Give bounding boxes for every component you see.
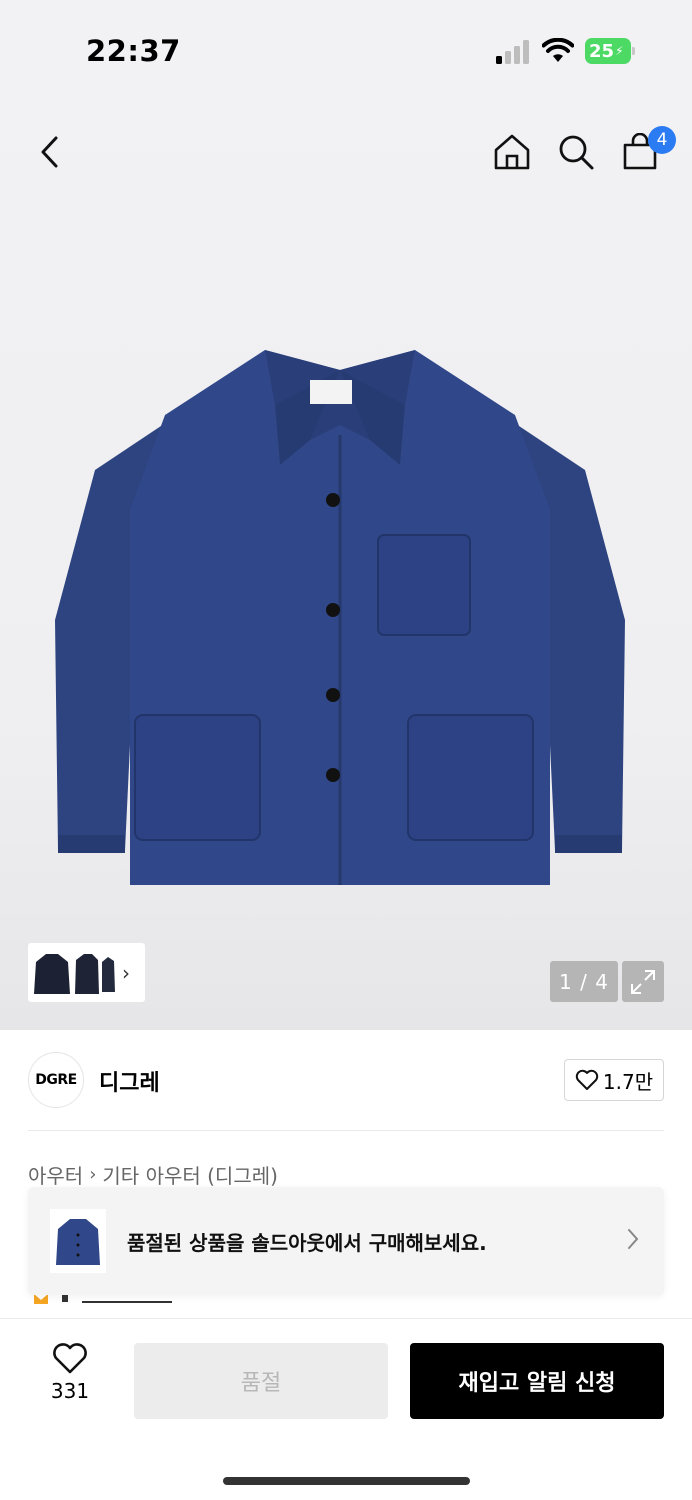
soldout-button: 품절 xyxy=(134,1343,388,1419)
battery-icon: 25 ⚡ xyxy=(585,38,635,64)
heart-icon xyxy=(575,1069,599,1090)
home-indicator xyxy=(223,1477,470,1485)
brand-like-button[interactable]: 1.7만 xyxy=(564,1059,664,1101)
brand-name[interactable]: 디그레 xyxy=(99,1065,160,1097)
notice-product-thumbnail xyxy=(50,1209,106,1273)
divider xyxy=(28,1130,664,1131)
back-button[interactable] xyxy=(22,120,78,184)
battery-level: 25 xyxy=(589,40,615,62)
heart-icon xyxy=(53,1343,87,1374)
notice-text: 품절된 상품을 솔드아웃에서 구매해보세요. xyxy=(127,1231,487,1255)
product-hero: 22:37 25 ⚡ 4 › 1 / 4 xyxy=(0,0,692,1030)
chevron-right-icon xyxy=(628,1229,639,1249)
cart-button[interactable]: 4 xyxy=(612,120,676,184)
brand-like-count: 1.7만 xyxy=(602,1069,654,1094)
breadcrumb: 아우터 › 기타 아우터 (디그레) xyxy=(28,1160,278,1189)
product-image[interactable] xyxy=(40,330,640,900)
bottom-action-bar: 331 품절 재입고 알림 신청 xyxy=(0,1318,692,1500)
cart-count-badge: 4 xyxy=(648,126,676,154)
restock-alert-button[interactable]: 재입고 알림 신청 xyxy=(410,1343,664,1419)
brand-row: DGRE 디그레 1.7만 xyxy=(28,1050,664,1110)
status-time: 22:37 xyxy=(86,34,181,68)
brand-logo[interactable]: DGRE xyxy=(28,1052,84,1108)
search-icon xyxy=(559,135,594,170)
home-button[interactable] xyxy=(484,120,540,184)
expand-icon xyxy=(631,969,655,994)
chevron-right-icon: › xyxy=(122,960,130,985)
wishlist-count: 331 xyxy=(50,1379,90,1403)
home-icon xyxy=(494,134,530,170)
breadcrumb-category[interactable]: 아우터 xyxy=(28,1160,83,1189)
wifi-icon xyxy=(542,38,574,62)
thumbnail-images[interactable] xyxy=(32,948,116,998)
signal-icon xyxy=(496,40,529,64)
wishlist-button[interactable]: 331 xyxy=(36,1343,104,1415)
status-bar: 22:37 25 ⚡ xyxy=(0,0,692,100)
top-navigation: 4 xyxy=(0,120,692,184)
image-page-indicator: 1 / 4 xyxy=(550,961,618,1002)
soldout-notice-banner[interactable]: 품절된 상품을 솔드아웃에서 구매해보세요. xyxy=(28,1187,664,1295)
search-button[interactable] xyxy=(548,120,604,184)
thumbnail-strip[interactable]: › xyxy=(28,943,145,1002)
expand-image-button[interactable] xyxy=(622,961,664,1002)
breadcrumb-subcategory[interactable]: 기타 아우터 (디그레) xyxy=(102,1160,278,1189)
chevron-right-icon: › xyxy=(89,1164,97,1185)
chevron-left-icon xyxy=(41,136,58,168)
